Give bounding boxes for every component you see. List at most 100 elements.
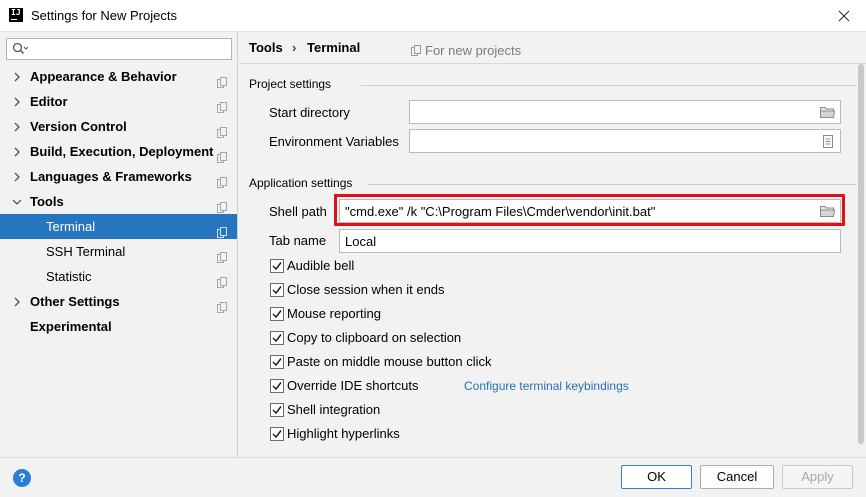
sidebar-item-label: Other Settings bbox=[30, 294, 120, 309]
env-vars-field[interactable] bbox=[409, 129, 841, 153]
breadcrumb-parent[interactable]: Tools bbox=[249, 40, 283, 55]
search-input[interactable] bbox=[6, 38, 232, 60]
checkbox-label[interactable]: Copy to clipboard on selection bbox=[287, 330, 461, 345]
application-settings-title: Application settings bbox=[249, 176, 353, 190]
copy-icon bbox=[217, 246, 227, 263]
checkbox-label[interactable]: Override IDE shortcuts bbox=[287, 378, 419, 393]
check-icon bbox=[272, 382, 282, 391]
sidebar-item-appearance-behavior[interactable]: Appearance & Behavior bbox=[0, 64, 237, 89]
sidebar-item-label: Terminal bbox=[46, 219, 96, 234]
chevron-right-icon[interactable] bbox=[12, 164, 22, 189]
window-title: Settings for New Projects bbox=[31, 8, 177, 23]
copy-icon bbox=[217, 271, 227, 288]
chevron-down-icon[interactable] bbox=[12, 189, 22, 214]
sidebar-item-version-control[interactable]: Version Control bbox=[0, 114, 237, 139]
project-settings-title: Project settings bbox=[249, 77, 332, 91]
checkbox-label[interactable]: Paste on middle mouse button click bbox=[287, 354, 492, 369]
sidebar-item-languages-frameworks[interactable]: Languages & Frameworks bbox=[0, 164, 237, 189]
sidebar-item-label: Statistic bbox=[46, 269, 92, 284]
check-icon bbox=[272, 334, 282, 343]
chevron-right-icon[interactable] bbox=[12, 289, 22, 314]
document-icon[interactable] bbox=[823, 135, 833, 151]
check-icon bbox=[272, 310, 282, 319]
sidebar-item-label: Experimental bbox=[30, 319, 112, 334]
chevron-right-icon[interactable] bbox=[12, 64, 22, 89]
title-bar: IJ Settings for New Projects bbox=[0, 0, 866, 32]
check-icon bbox=[272, 358, 282, 367]
sidebar-item-label: Languages & Frameworks bbox=[30, 169, 192, 184]
help-icon[interactable]: ? bbox=[13, 469, 31, 487]
check-icon bbox=[272, 262, 282, 271]
highlight-box bbox=[334, 194, 845, 226]
apply-button[interactable]: Apply bbox=[782, 465, 853, 489]
copy-icon bbox=[217, 171, 227, 188]
sidebar-item-label: Build, Execution, Deployment bbox=[30, 144, 214, 159]
checkbox[interactable] bbox=[270, 427, 284, 441]
checkbox[interactable] bbox=[270, 259, 284, 273]
sidebar-item-statistic[interactable]: Statistic bbox=[0, 264, 237, 289]
copy-icon bbox=[411, 44, 421, 56]
folder-icon[interactable] bbox=[820, 106, 836, 121]
chevron-right-icon[interactable] bbox=[12, 114, 22, 139]
configure-keybindings-link[interactable]: Configure terminal keybindings bbox=[464, 379, 629, 393]
shell-path-label: Shell path bbox=[269, 204, 327, 219]
app-icon: IJ bbox=[9, 8, 23, 22]
start-directory-label: Start directory bbox=[269, 105, 350, 120]
main-panel: Tools › Terminal For new projects Projec… bbox=[239, 32, 866, 457]
copy-icon bbox=[217, 71, 227, 88]
sidebar-item-label: Tools bbox=[30, 194, 64, 209]
tab-name-value: Local bbox=[345, 234, 377, 249]
checkbox[interactable] bbox=[270, 331, 284, 345]
sidebar-item-ssh-terminal[interactable]: SSH Terminal bbox=[0, 239, 237, 264]
checkbox[interactable] bbox=[270, 283, 284, 297]
header-divider bbox=[239, 63, 866, 64]
copy-icon bbox=[217, 196, 227, 213]
sidebar-item-label: SSH Terminal bbox=[46, 244, 126, 259]
start-directory-field[interactable] bbox=[409, 100, 841, 124]
sidebar-item-experimental[interactable]: Experimental bbox=[0, 314, 237, 339]
copy-icon bbox=[217, 221, 227, 238]
search-icon bbox=[12, 42, 29, 56]
sidebar-item-label: Appearance & Behavior bbox=[30, 69, 177, 84]
cancel-button[interactable]: Cancel bbox=[700, 465, 774, 489]
sidebar-item-label: Version Control bbox=[30, 119, 127, 134]
checkbox[interactable] bbox=[270, 355, 284, 369]
sidebar-item-build-execution-deployment[interactable]: Build, Execution, Deployment bbox=[0, 139, 237, 164]
dialog-footer: ? OK Cancel Apply bbox=[0, 457, 866, 497]
settings-tree: Appearance & Behavior Editor Version Contr… bbox=[0, 64, 237, 339]
checkbox[interactable] bbox=[270, 403, 284, 417]
settings-sidebar: Appearance & Behavior Editor Version Contr… bbox=[0, 32, 238, 457]
copy-icon bbox=[217, 146, 227, 163]
section-divider bbox=[367, 184, 857, 185]
copy-icon bbox=[217, 296, 227, 313]
copy-icon bbox=[217, 96, 227, 113]
copy-icon bbox=[217, 121, 227, 138]
breadcrumb-current: Terminal bbox=[307, 40, 361, 55]
check-icon bbox=[272, 430, 282, 439]
check-icon bbox=[272, 286, 282, 295]
checkbox-label[interactable]: Close session when it ends bbox=[287, 282, 445, 297]
checkbox-label[interactable]: Shell integration bbox=[287, 402, 380, 417]
tab-name-field[interactable]: Local bbox=[339, 229, 841, 253]
chevron-right-icon[interactable] bbox=[12, 89, 22, 114]
scrollbar[interactable] bbox=[858, 64, 864, 444]
checkbox[interactable] bbox=[270, 307, 284, 321]
section-divider bbox=[361, 85, 857, 86]
checkbox-label[interactable]: Highlight hyperlinks bbox=[287, 426, 400, 441]
sidebar-item-terminal[interactable]: Terminal bbox=[0, 214, 237, 239]
checkbox-label[interactable]: Audible bell bbox=[287, 258, 354, 273]
breadcrumb-separator: › bbox=[292, 40, 297, 55]
sidebar-item-tools[interactable]: Tools bbox=[0, 189, 237, 214]
settings-dialog: IJ Settings for New Projects Appearance … bbox=[0, 0, 866, 497]
scope-note: For new projects bbox=[425, 43, 522, 58]
chevron-right-icon[interactable] bbox=[12, 139, 22, 164]
close-icon[interactable] bbox=[834, 6, 854, 26]
checkbox[interactable] bbox=[270, 379, 284, 393]
checkbox-label[interactable]: Mouse reporting bbox=[287, 306, 381, 321]
tab-name-label: Tab name bbox=[269, 233, 327, 248]
sidebar-item-editor[interactable]: Editor bbox=[0, 89, 237, 114]
env-vars-label: Environment Variables bbox=[269, 134, 399, 149]
ok-button[interactable]: OK bbox=[621, 465, 692, 489]
sidebar-item-other-settings[interactable]: Other Settings bbox=[0, 289, 237, 314]
sidebar-item-label: Editor bbox=[30, 94, 68, 109]
